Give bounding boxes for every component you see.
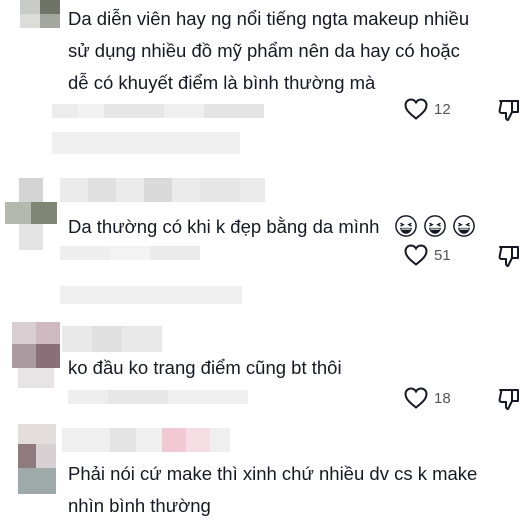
- comment-meta: [60, 246, 270, 260]
- heart-outline-icon: [404, 244, 428, 266]
- thumbs-down-outline-icon[interactable]: [497, 98, 521, 122]
- comment-text: Da thường có khi k đẹp bằng da mình: [68, 210, 475, 244]
- like-count: 51: [434, 246, 451, 264]
- comment-line: nhìn bình thường: [68, 495, 211, 516]
- emoji-group: [387, 215, 475, 237]
- heart-outline-icon: [404, 98, 428, 120]
- laughing-tears-emoji: [394, 215, 417, 237]
- comment-text: ko đầu ko trang điểm cũng bt thôi: [68, 352, 342, 384]
- username[interactable]: [62, 326, 162, 352]
- avatar[interactable]: [18, 424, 56, 494]
- comment-line: dễ có khuyết điểm là bình thường mà: [68, 72, 376, 93]
- heart-outline-icon: [404, 387, 428, 409]
- like-button[interactable]: 18: [404, 387, 451, 409]
- comment-line: sử dụng nhiều đồ mỹ phẩm nên da hay có h…: [68, 40, 460, 61]
- comment-line: Phải nói cứ make thì xinh chứ nhiều dv c…: [68, 463, 478, 484]
- blurred-reply: [60, 286, 242, 304]
- comment-line: Da thường có khi k đẹp bằng da mình: [68, 216, 380, 237]
- thumbs-down-outline-icon[interactable]: [497, 387, 521, 411]
- comment-text: Da diễn viên hay ng nổi tiếng ngta makeu…: [68, 3, 469, 99]
- like-button[interactable]: 51: [404, 244, 451, 266]
- comment-meta: [52, 104, 392, 118]
- laughing-tears-emoji: [423, 215, 446, 237]
- comment-meta: [68, 390, 248, 404]
- blurred-reply: [52, 132, 240, 154]
- comment-line: Da diễn viên hay ng nổi tiếng ngta makeu…: [68, 8, 470, 29]
- comment-line: ko đầu ko trang điểm cũng bt thôi: [68, 357, 342, 378]
- avatar[interactable]: [20, 0, 60, 34]
- avatar[interactable]: [12, 322, 60, 388]
- username[interactable]: [60, 178, 265, 202]
- like-count: 12: [434, 100, 451, 118]
- thumbs-down-outline-icon[interactable]: [497, 244, 521, 268]
- avatar[interactable]: [5, 178, 57, 250]
- username[interactable]: [62, 428, 230, 452]
- like-button[interactable]: 12: [404, 98, 451, 120]
- comment-text: Phải nói cứ make thì xinh chứ nhiều dv c…: [68, 458, 477, 522]
- laughing-tears-emoji: [453, 215, 475, 237]
- like-count: 18: [434, 389, 451, 407]
